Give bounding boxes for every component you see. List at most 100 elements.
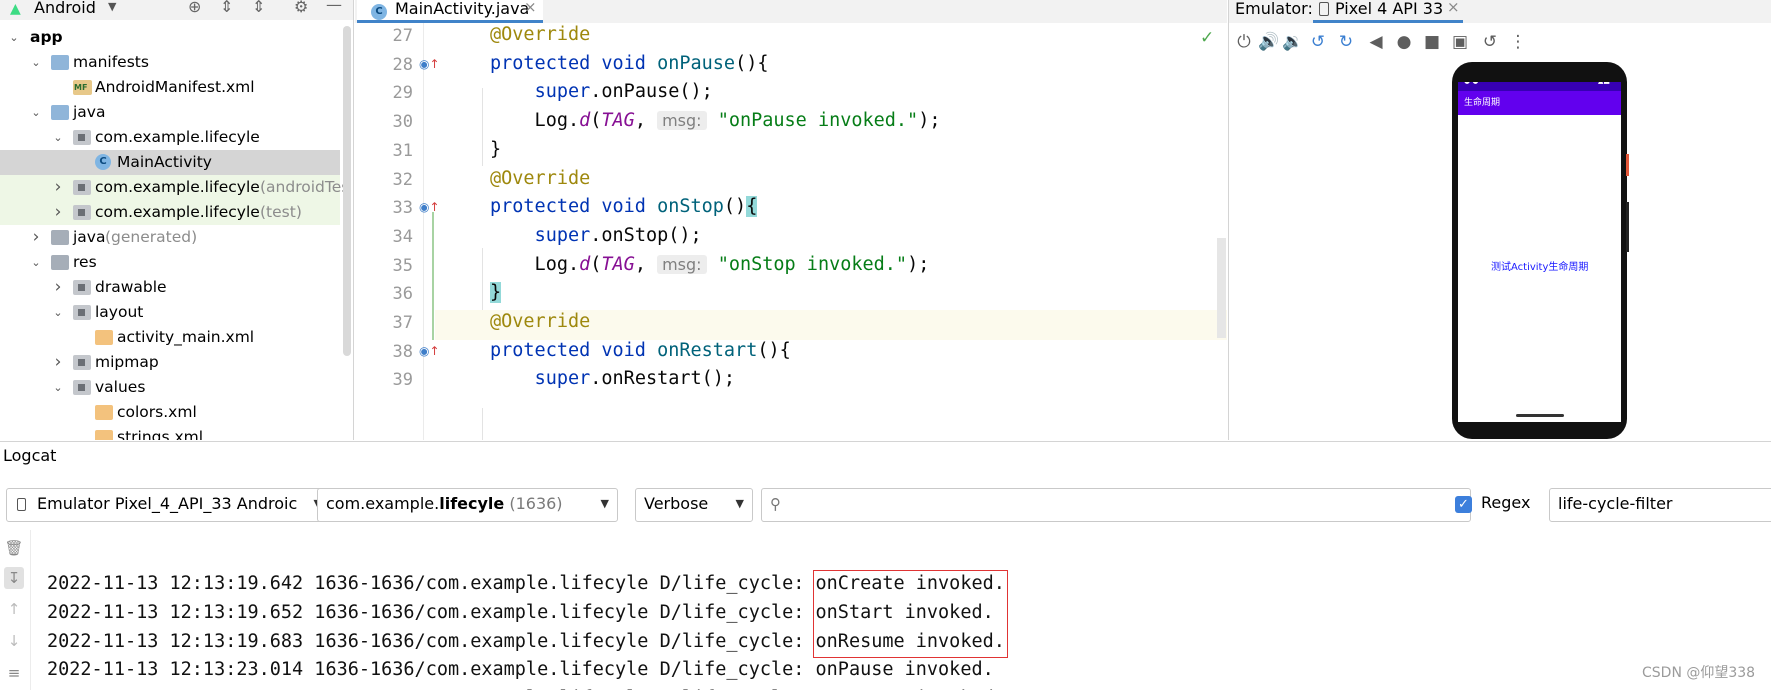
code-token: super: [534, 81, 591, 103]
line-number: 36: [392, 284, 413, 305]
chevron-down-icon[interactable]: ⌄: [52, 300, 64, 325]
rotate-right-icon[interactable]: ↻: [1336, 31, 1356, 53]
indent-guide: [482, 408, 483, 440]
chevron-down-icon[interactable]: ⌄: [30, 250, 42, 275]
override-gutter-icon[interactable]: ◉↑: [419, 57, 441, 77]
phone-app-title: 生命周期: [1464, 98, 1501, 108]
editor-scrollbar[interactable]: [1217, 238, 1226, 338]
phone-center-text: 测试Activity生命周期: [1491, 262, 1589, 273]
tree-item[interactable]: colors.xml: [0, 400, 340, 425]
chevron-down-icon[interactable]: ⌄: [8, 25, 20, 50]
filter-select[interactable]: life-cycle-filter: [1549, 488, 1771, 522]
phone-nav-handle[interactable]: [1516, 414, 1564, 417]
tab-mainactivity[interactable]: C MainActivity.java ×: [357, 0, 543, 23]
power-icon[interactable]: ⏻: [1234, 31, 1254, 53]
tree-item-suffix: (test): [260, 203, 302, 221]
override-gutter-icon[interactable]: ◉↑: [419, 344, 441, 364]
line-number: 27: [392, 26, 413, 46]
tree-item[interactable]: activity_main.xml: [0, 325, 340, 350]
tree-item[interactable]: ⌄ com.example.lifecyle: [0, 125, 340, 150]
back-icon[interactable]: ◀: [1366, 31, 1386, 53]
tree-item[interactable]: ⌄ app: [0, 25, 340, 50]
log-entry-prefix: 2022-11-13 12:13:19.642 1636-1636/com.ex…: [47, 573, 816, 594]
soft-wrap-icon[interactable]: ≡: [4, 662, 24, 684]
line-number: 39: [392, 370, 413, 391]
close-icon[interactable]: ×: [1447, 0, 1460, 16]
regex-checkbox[interactable]: ✓: [1455, 496, 1472, 513]
tree-item[interactable]: ⌄ java: [0, 100, 340, 125]
locate-icon[interactable]: ⊕: [188, 0, 201, 16]
trash-icon[interactable]: 🗑: [4, 537, 24, 559]
tree-item[interactable]: › drawable: [0, 275, 340, 300]
package-icon: [73, 205, 91, 220]
tree-item[interactable]: › com.example.lifecyle (test): [0, 200, 340, 225]
overview-icon[interactable]: ■: [1422, 31, 1442, 53]
editor-tab-bar: C MainActivity.java ×: [355, 0, 1227, 23]
override-gutter-icon[interactable]: ◉↑: [419, 200, 441, 220]
chevron-down-icon[interactable]: ⌄: [30, 50, 42, 75]
chevron-down-icon: ▼: [735, 497, 744, 510]
tab-device[interactable]: Pixel 4 API 33 ×: [1313, 0, 1463, 23]
tree-item[interactable]: ⌄ layout: [0, 300, 340, 325]
package-icon: [73, 130, 91, 145]
volume-up-icon[interactable]: 🔊: [1258, 31, 1279, 53]
code-line: super.onRestart();: [490, 368, 736, 390]
code-token: TAG: [601, 110, 635, 132]
snapshot-icon[interactable]: ↺: [1480, 31, 1500, 53]
chevron-right-icon[interactable]: ›: [52, 275, 64, 300]
folder-icon: [51, 255, 69, 270]
chevron-right-icon[interactable]: ›: [52, 200, 64, 225]
arrow-down-icon[interactable]: ↓: [4, 630, 24, 652]
chevron-down-icon[interactable]: ⌄: [52, 375, 64, 400]
more-icon[interactable]: ⋮: [1508, 31, 1528, 53]
chevron-right-icon[interactable]: ›: [52, 350, 64, 375]
device-select[interactable]: Emulator Pixel_4_API_33 Androic ▼: [6, 488, 331, 522]
chevron-right-icon[interactable]: ›: [30, 225, 42, 250]
code-token: "onStop invoked.": [717, 253, 908, 275]
chevron-down-icon[interactable]: ⌄: [30, 100, 42, 125]
tree-item[interactable]: › com.example.lifecyle (androidTes: [0, 175, 349, 200]
arrow-up-icon[interactable]: ↑: [4, 598, 24, 620]
tree-item[interactable]: › java (generated): [0, 225, 340, 250]
process-select[interactable]: com.example.lifecyle (1636) ▼: [317, 488, 618, 522]
chevron-down-icon[interactable]: ⌄: [52, 125, 64, 150]
gear-icon[interactable]: ⚙: [294, 0, 308, 16]
code-token: Log.: [490, 253, 580, 275]
tree-item-label: java: [73, 228, 106, 246]
log-entry[interactable]: 2022-11-13 12:13:23.014 1636-1636/com.ex…: [47, 659, 994, 680]
code-token: super: [534, 368, 591, 390]
log-search[interactable]: ⚲: [761, 488, 1471, 522]
tree-scrollbar[interactable]: [343, 26, 351, 356]
tree-item[interactable]: strings.xml: [0, 425, 340, 440]
chevron-right-icon[interactable]: ›: [52, 175, 64, 200]
tree-item-label: res: [73, 253, 97, 271]
collapse-all-icon[interactable]: ⇕: [252, 0, 265, 16]
minimize-icon[interactable]: —: [326, 0, 342, 14]
rotate-left-icon[interactable]: ↺: [1308, 31, 1328, 53]
camera-icon[interactable]: ▣: [1450, 31, 1470, 53]
emulator-label: Emulator:: [1235, 0, 1313, 18]
home-icon[interactable]: ●: [1394, 31, 1414, 53]
tree-item[interactable]: ⌄ res: [0, 250, 340, 275]
tree-item[interactable]: C MainActivity: [0, 150, 340, 175]
scroll-to-end-icon[interactable]: ↧: [4, 567, 24, 589]
tree-item[interactable]: › mipmap: [0, 350, 340, 375]
watermark: CSDN @仰望338: [1642, 665, 1756, 681]
close-icon[interactable]: ×: [524, 0, 537, 16]
volume-down-icon[interactable]: 🔉: [1282, 31, 1303, 53]
log-level-select[interactable]: Verbose ▼: [635, 488, 753, 522]
expand-all-icon[interactable]: ⇕: [220, 0, 233, 16]
package-icon: [73, 380, 91, 395]
regex-label[interactable]: Regex: [1481, 493, 1530, 512]
phone-screen[interactable]: ● ● ▲■ 生命周期 测试Activity生命周期: [1458, 82, 1621, 422]
tree-item[interactable]: ⌄ values: [0, 375, 340, 400]
android-icon: ▲: [10, 1, 21, 17]
code-token: }: [490, 282, 502, 304]
project-view-selector[interactable]: Android: [34, 0, 96, 17]
tree-item[interactable]: MF AndroidManifest.xml: [0, 75, 340, 100]
chevron-down-icon[interactable]: ▼: [108, 0, 116, 13]
tree-item[interactable]: ⌄ manifests: [0, 50, 340, 75]
line-number: 31: [392, 140, 413, 161]
